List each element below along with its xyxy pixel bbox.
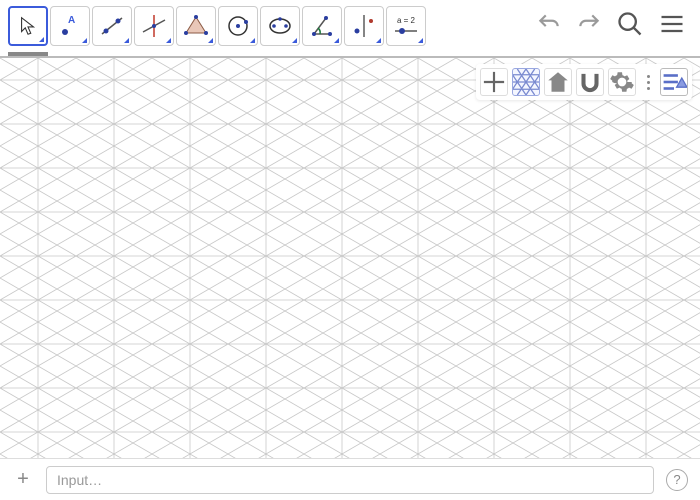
- help-button[interactable]: ?: [666, 469, 688, 491]
- add-input-button[interactable]: +: [12, 469, 34, 491]
- angle-tool[interactable]: [302, 6, 342, 46]
- angle-icon: [308, 12, 336, 40]
- line-icon: [98, 12, 126, 40]
- axes-icon: [481, 69, 507, 95]
- circle-tool[interactable]: [218, 6, 258, 46]
- undo-icon[interactable]: [536, 11, 562, 37]
- input-bar: + ?: [0, 458, 700, 500]
- perpendicular-icon: [140, 12, 168, 40]
- toggle-grid-button[interactable]: [512, 68, 540, 96]
- ellipse-tool[interactable]: [260, 6, 300, 46]
- reflect-icon: [350, 12, 378, 40]
- svg-text:A: A: [68, 15, 75, 26]
- home-icon: [545, 69, 571, 95]
- toggle-axes-button[interactable]: [480, 68, 508, 96]
- pointer-icon: [17, 15, 39, 37]
- perpendicular-tool[interactable]: [134, 6, 174, 46]
- slider-tool[interactable]: a = 2: [386, 6, 426, 46]
- slider-label: a = 2: [397, 16, 415, 25]
- isometric-grid: [0, 58, 700, 458]
- reflect-tool[interactable]: [344, 6, 384, 46]
- home-view-button[interactable]: [544, 68, 572, 96]
- tool-row: A: [8, 6, 426, 46]
- line-tool[interactable]: [92, 6, 132, 46]
- view-more-button[interactable]: [640, 75, 656, 90]
- properties-icon: [661, 69, 687, 95]
- view-toolbar: [476, 64, 692, 100]
- search-icon[interactable]: [616, 10, 644, 38]
- isogrid-icon: [513, 69, 539, 95]
- move-tool[interactable]: [8, 6, 48, 46]
- properties-button[interactable]: [660, 68, 688, 96]
- polygon-icon: [182, 12, 210, 40]
- snap-icon: [577, 69, 603, 95]
- graphics-view[interactable]: [0, 58, 700, 458]
- polygon-tool[interactable]: [176, 6, 216, 46]
- gear-icon: [609, 69, 635, 95]
- top-toolbar: A: [0, 0, 700, 58]
- point-icon: A: [56, 12, 84, 40]
- algebra-input[interactable]: [46, 466, 654, 494]
- point-tool[interactable]: A: [50, 6, 90, 46]
- header-right: [536, 6, 692, 38]
- circle-icon: [224, 12, 252, 40]
- slider-icon: [393, 26, 419, 36]
- snap-button[interactable]: [576, 68, 604, 96]
- view-settings-button[interactable]: [608, 68, 636, 96]
- menu-icon[interactable]: [658, 10, 686, 38]
- ellipse-icon: [266, 12, 294, 40]
- redo-icon[interactable]: [576, 11, 602, 37]
